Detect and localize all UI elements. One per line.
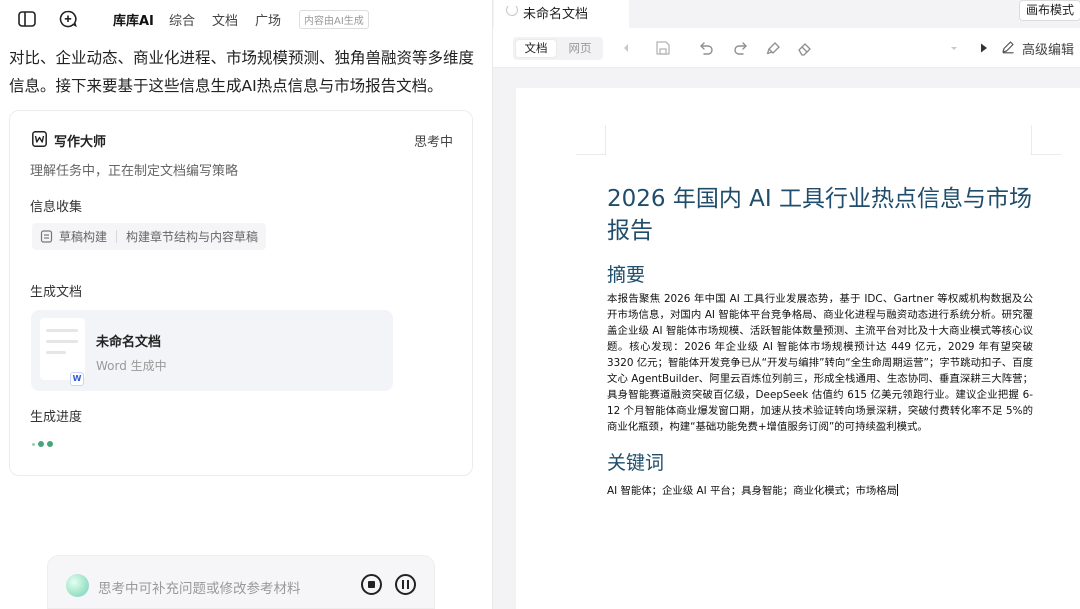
document-page[interactable]: 2026 年国内 AI 工具行业热点信息与市场报告 摘要 本报告聚焦 2026 … [516,88,1080,609]
generated-doc-card[interactable]: W 未命名文档 Word 生成中 [31,310,393,391]
ai-generated-tag: 内容由AI生成 [299,10,369,29]
pause-icon[interactable] [395,574,416,595]
chip-divider [116,230,118,243]
keywords-text: AI 智能体；企业级 AI 平台；具身智能；商业化模式；市场格局 [607,485,898,497]
loading-dots-icon [32,441,56,447]
save-icon[interactable] [654,39,672,57]
nav-plaza[interactable]: 广场 [255,10,281,29]
draft-build-chip[interactable]: 草稿构建 构建章节结构与内容草稿 [32,223,267,250]
task-subtitle: 理解任务中，正在制定文档编写策略 [30,164,239,179]
document-title: 2026 年国内 AI 工具行业热点信息与市场报告 [607,186,1032,244]
ai-orb-icon [66,574,89,597]
eraser-icon[interactable] [796,39,814,57]
info-collection-label: 信息收集 [30,200,83,215]
keywords-heading: 关键词 [607,452,665,474]
abstract-paragraph: 本报告聚焦 2026 年中国 AI 工具行业发展态势，基于 IDC、Gartne… [607,293,1033,433]
draft-icon [40,230,53,243]
abstract-heading: 摘要 [607,264,646,286]
tab-web[interactable]: 网页 [560,40,600,57]
nav-docs[interactable]: 文档 [212,10,238,29]
editor-pane: 未命名文档 画布模式 文档 网页 高级编辑 2026 年国内 AI 工具行业热点… [492,0,1080,609]
editor-toolbar: 文档 网页 高级编辑 [493,28,1080,68]
nav-kuku-ai[interactable]: 库库AI [113,10,154,29]
sidebar-toggle-icon[interactable] [17,9,37,29]
assistant-message: 对比、企业动态、商业化进程、市场规模预测、独角兽融资等多维度信息。接下来要基于这… [9,49,475,95]
progress-label: 生成进度 [30,410,83,425]
thumb-line [46,351,66,354]
dropdown-icon[interactable] [945,39,963,57]
doc-tab-title: 未命名文档 [523,7,589,22]
doc-status: Word 生成中 [96,359,167,373]
task-card-title: 写作大师 [54,135,107,150]
edit-pencil-icon [1002,41,1014,54]
chip-label: 草稿构建 [59,230,108,244]
page-corner-mark [576,125,606,155]
loading-spinner-icon [506,4,518,16]
text-caret [897,484,899,496]
page-corner-mark [1031,125,1061,155]
stop-icon[interactable] [361,574,382,595]
doc-tab[interactable]: 未命名文档 [494,0,629,28]
chip-description: 构建章节结构与内容草稿 [126,230,259,244]
app-window: 库库AI 综合 文档 广场 内容由AI生成 对比、企业动态、商业化进程、市场规模… [0,0,1080,609]
task-card: 写作大师 思考中 理解任务中，正在制定文档编写策略 信息收集 草稿构建 构建章节… [9,110,473,476]
canvas-mode-button[interactable]: 画布模式 [1019,0,1080,21]
generate-doc-label: 生成文档 [30,285,83,300]
collapse-left-icon[interactable] [617,39,635,57]
keywords-line: AI 智能体；企业级 AI 平台；具身智能；商业化模式；市场格局 [607,482,899,497]
view-switch: 文档 网页 [513,37,603,60]
task-status: 思考中 [413,135,453,150]
new-chat-icon[interactable] [58,9,78,29]
word-icon: W [70,372,84,386]
doc-name: 未命名文档 [96,335,162,350]
chat-pane: 库库AI 综合 文档 广场 内容由AI生成 对比、企业动态、商业化进程、市场规模… [0,0,492,609]
thumb-line [46,340,78,343]
nav-general[interactable]: 综合 [169,10,195,29]
advanced-edit-button[interactable]: 高级编辑 [1022,39,1074,58]
chat-input-bar[interactable]: 思考中可补充问题或修改参考材料 [47,555,435,609]
doc-thumbnail: W [40,318,85,386]
play-icon[interactable] [975,39,993,57]
top-bar: 库库AI 综合 文档 广场 内容由AI生成 [0,0,492,38]
format-painter-icon[interactable] [765,39,783,57]
chat-input-placeholder[interactable]: 思考中可补充问题或修改参考材料 [98,577,301,597]
thumb-line [46,329,78,332]
editor-tabstrip: 未命名文档 画布模式 [493,0,1080,28]
undo-icon[interactable] [698,39,716,57]
tab-doc[interactable]: 文档 [516,40,556,57]
writer-icon [32,131,47,147]
redo-icon[interactable] [731,39,749,57]
